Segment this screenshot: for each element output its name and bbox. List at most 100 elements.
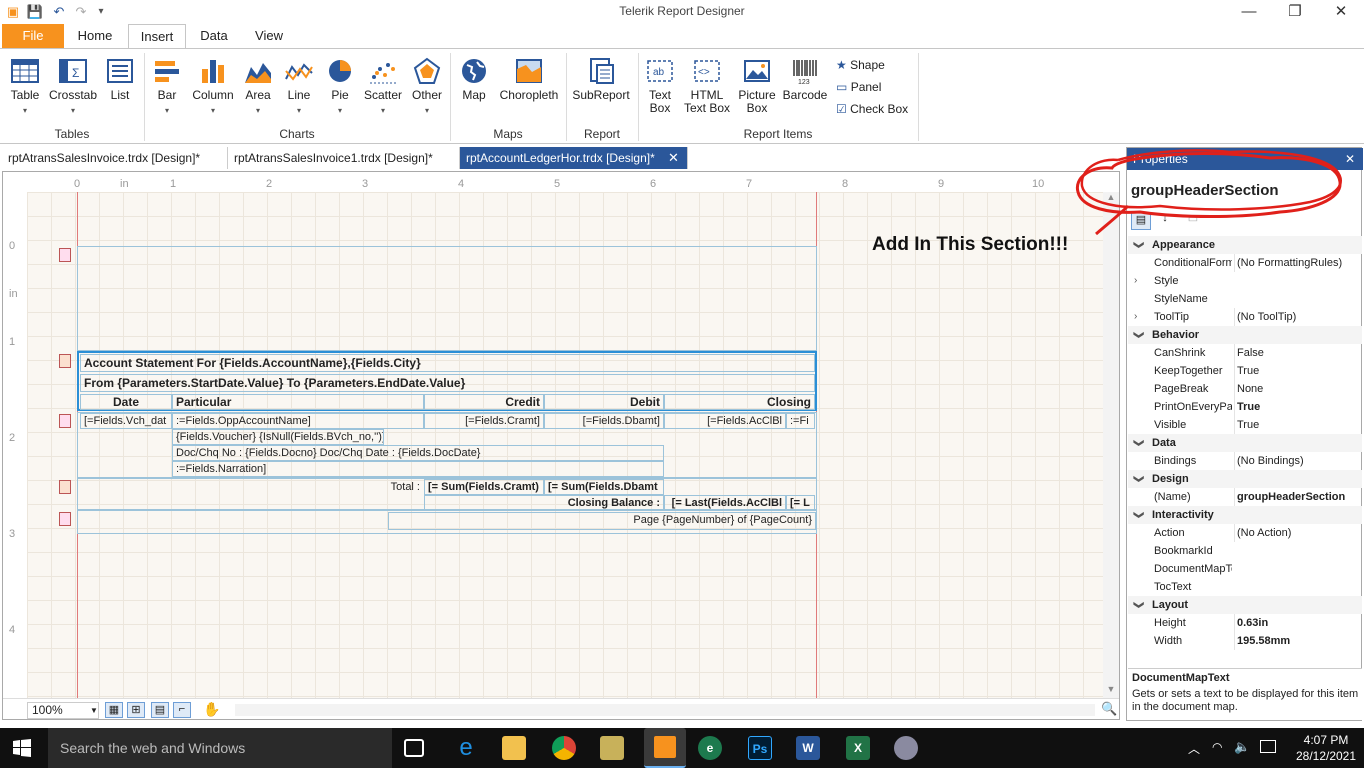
scatter-chart-button[interactable]: Scatter ▾ (362, 57, 404, 117)
property-row[interactable]: CanShrink False (1128, 344, 1362, 362)
property-row[interactable]: BookmarkId (1128, 542, 1362, 560)
property-row[interactable]: KeepTogether True (1128, 362, 1362, 380)
header-title-textbox[interactable]: Account Statement For {Fields.AccountNam… (80, 354, 815, 372)
clock-date[interactable]: 28/12/2021 (1290, 749, 1362, 763)
tab-file[interactable]: File (2, 24, 64, 48)
report-designer-surface[interactable]: 0 in 1 2 3 4 5 6 7 8 9 10 0 in 1 2 3 4 A… (2, 171, 1120, 720)
property-row[interactable]: Width 195.58mm (1128, 632, 1362, 650)
zoom-select[interactable]: 100% ▼ (27, 702, 99, 719)
tab-data[interactable]: Data (190, 24, 238, 48)
property-category[interactable]: ❯ Data (1128, 434, 1362, 452)
chevron-down-icon[interactable]: ❯ (1129, 475, 1147, 483)
barcode-button[interactable]: 123 Barcode (782, 57, 828, 102)
doc-tab-2[interactable]: rptAtransSalesInvoice1.trdx [Design]* (228, 147, 460, 169)
paint-icon[interactable] (894, 736, 918, 760)
excel-icon[interactable]: X (846, 736, 870, 760)
property-value[interactable]: False (1234, 344, 1362, 362)
list-button[interactable]: List (102, 57, 138, 102)
tab-insert[interactable]: Insert (128, 24, 186, 49)
property-value[interactable]: (No FormattingRules) (1234, 254, 1362, 272)
property-category[interactable]: ❯ Behavior (1128, 326, 1362, 344)
detail-credit-textbox[interactable]: [=Fields.Cramt] (424, 413, 544, 429)
snap-toggle-icon[interactable]: ⊞ (127, 702, 145, 718)
detail-date-textbox[interactable]: [=Fields.Vch_dat (80, 413, 172, 429)
chevron-down-icon[interactable]: ❯ (1129, 331, 1147, 339)
chevron-down-icon[interactable]: ❯ (1129, 439, 1147, 447)
total-debit-textbox[interactable]: [= Sum(Fields.Dbamt (544, 479, 664, 495)
col-particular-header[interactable]: Particular (172, 394, 424, 410)
col-closing-header[interactable]: Closing (664, 394, 815, 410)
panel-button[interactable]: ▭ Panel (836, 77, 881, 97)
e-app-icon[interactable]: e (698, 736, 722, 760)
file-explorer-icon[interactable] (502, 736, 526, 760)
property-row[interactable]: (Name) groupHeaderSection (1128, 488, 1362, 506)
line-chart-button[interactable]: Line ▾ (280, 57, 318, 117)
detail-debit-textbox[interactable]: [=Fields.Dbamt] (544, 413, 664, 429)
doc-tab-3[interactable]: rptAccountLedgerHor.trdx [Design]* ✕ (460, 147, 688, 169)
checkbox-button[interactable]: ☑ Check Box (836, 99, 908, 119)
chevron-up-icon[interactable]: ︿ (1188, 740, 1200, 757)
property-value[interactable]: None (1234, 380, 1362, 398)
choropleth-button[interactable]: Choropleth (496, 57, 562, 102)
property-category[interactable]: ❯ Design (1128, 470, 1362, 488)
closing-balance-extra-textbox[interactable]: [= L (786, 495, 815, 511)
detail-section-icon[interactable] (59, 414, 71, 428)
minimize-button[interactable]: — (1226, 0, 1272, 24)
header-date-range-textbox[interactable]: From {Parameters.StartDate.Value} To {Pa… (80, 374, 815, 392)
bar-chart-button[interactable]: Bar ▾ (150, 57, 184, 117)
subreport-button[interactable]: SubReport (570, 57, 632, 102)
folder-app-icon[interactable] (600, 736, 624, 760)
detail-voucher-textbox[interactable]: {Fields.Voucher} {IsNull(Fields.BVch_no,… (172, 429, 384, 445)
shape-button[interactable]: ★ Shape (836, 55, 885, 75)
property-row[interactable]: › ToolTip (No ToolTip) (1128, 308, 1362, 326)
textbox-button[interactable]: ab Text Box (642, 57, 678, 115)
property-category[interactable]: ❯ Layout (1128, 596, 1362, 614)
property-value[interactable]: True (1234, 416, 1362, 434)
detail-narration-textbox[interactable]: :=Fields.Narration] (172, 461, 664, 477)
detail-closing-textbox[interactable]: [=Fields.AcClBl (664, 413, 786, 429)
col-date-header[interactable]: Date (80, 394, 172, 410)
word-icon[interactable]: W (796, 736, 820, 760)
property-row[interactable]: PageBreak None (1128, 380, 1362, 398)
chevron-down-icon[interactable]: ❯ (1129, 241, 1147, 249)
col-credit-header[interactable]: Credit (424, 394, 544, 410)
taskbar-search-box[interactable]: Search the web and Windows (48, 728, 392, 768)
photoshop-icon[interactable]: Ps (748, 736, 772, 760)
closing-balance-textbox[interactable]: [= Last(Fields.AcClBl (664, 495, 786, 511)
property-row[interactable]: Bindings (No Bindings) (1128, 452, 1362, 470)
page-number-textbox[interactable]: Page {PageNumber} of {PageCount} (388, 512, 816, 530)
chevron-down-icon[interactable]: ❯ (1129, 601, 1147, 609)
html-textbox-button[interactable]: <> HTML Text Box (682, 57, 732, 115)
property-row[interactable]: Height 0.63in (1128, 614, 1362, 632)
volume-icon[interactable]: 🔈 (1234, 739, 1250, 755)
windows-start-icon[interactable] (12, 738, 32, 758)
chrome-icon[interactable] (552, 736, 576, 760)
scroll-down-icon[interactable]: ▼ (1103, 684, 1119, 698)
report-canvas[interactable]: Account Statement For {Fields.AccountNam… (27, 192, 1115, 698)
page-footer-section-icon[interactable] (59, 512, 71, 526)
property-value[interactable]: True (1234, 362, 1362, 380)
task-view-icon[interactable] (404, 739, 424, 757)
picturebox-button[interactable]: Picture Box (736, 57, 778, 115)
chevron-right-icon[interactable]: › (1134, 272, 1137, 290)
vertical-scrollbar[interactable]: ▲ ▼ (1103, 192, 1119, 698)
closing-balance-label[interactable]: Closing Balance : (424, 495, 664, 511)
detail-particular-textbox[interactable]: :=Fields.OppAccountName] (172, 413, 424, 429)
tab-view[interactable]: View (242, 24, 296, 48)
chevron-right-icon[interactable]: › (1134, 308, 1137, 326)
property-grid[interactable]: ❯ Appearance ConditionalFormatting(No Form… (1128, 236, 1362, 662)
zoom-search-icon[interactable]: 🔍 (1101, 701, 1117, 717)
property-category[interactable]: ❯ Appearance (1128, 236, 1362, 254)
property-row[interactable]: PrintOnEveryPageTrue (1128, 398, 1362, 416)
property-value[interactable]: (No Action) (1234, 524, 1362, 542)
map-button[interactable]: Map (456, 57, 492, 102)
wifi-icon[interactable]: ◠ (1212, 740, 1222, 754)
property-row[interactable]: ConditionalFormatting(No FormattingRules… (1128, 254, 1362, 272)
close-button[interactable]: ✕ (1318, 0, 1364, 24)
page-header-section-icon[interactable] (59, 248, 71, 262)
other-chart-button[interactable]: Other ▾ (408, 57, 446, 117)
property-value[interactable]: (No ToolTip) (1234, 308, 1362, 326)
column-chart-button[interactable]: Column ▾ (190, 57, 236, 117)
pie-chart-button[interactable]: Pie ▾ (322, 57, 358, 117)
area-chart-button[interactable]: Area ▾ (240, 57, 276, 117)
